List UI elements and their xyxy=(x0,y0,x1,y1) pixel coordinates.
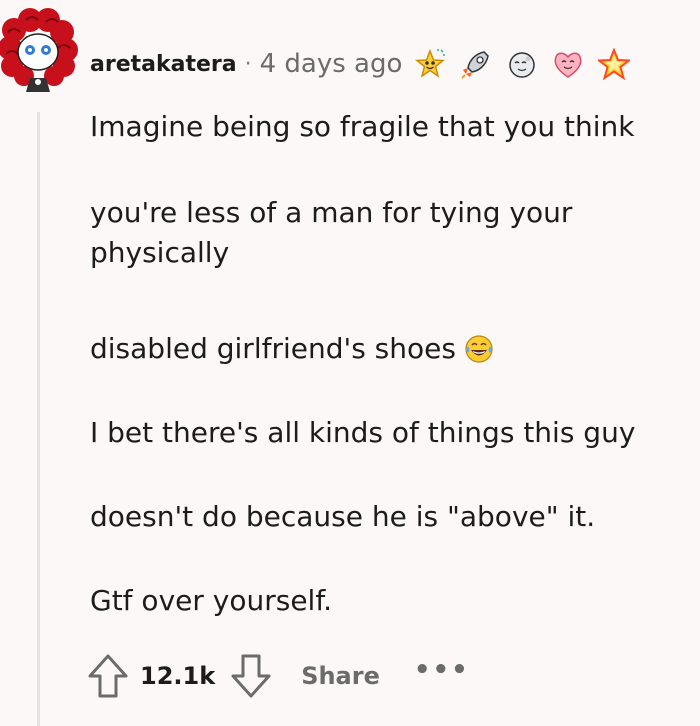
comment-paragraph: Imagine being so fragile that you think xyxy=(90,110,635,143)
thread-line[interactable] xyxy=(37,112,40,726)
meta-separator: · xyxy=(244,51,252,77)
comment-paragraph: doesn't do because he is "above" it. xyxy=(90,500,596,533)
star-award-icon[interactable] xyxy=(598,48,631,80)
laughing-tears-emoji xyxy=(465,335,493,363)
timestamp[interactable]: 4 days ago xyxy=(260,49,403,79)
comment-paragraph: I bet there's all kinds of things this g… xyxy=(90,416,636,449)
comment-paragraph: Gtf over yourself. xyxy=(90,584,333,617)
downvote-arrow-icon[interactable] xyxy=(229,652,273,700)
share-button[interactable]: Share xyxy=(301,662,380,690)
upvote-arrow-icon[interactable] xyxy=(86,652,130,700)
moon-face-award-icon[interactable] xyxy=(506,48,538,80)
comment-paragraph: disabled girlfriend's shoes xyxy=(90,326,494,372)
comment-text: disabled girlfriend's shoes xyxy=(90,332,456,365)
avatar[interactable] xyxy=(0,8,78,92)
username-link[interactable]: aretakatera xyxy=(90,52,237,77)
rocket-award-icon[interactable] xyxy=(460,48,492,80)
star-struck-award-icon[interactable] xyxy=(414,48,446,80)
heart-eyes-award-icon[interactable] xyxy=(552,48,584,80)
comment-paragraph: physically xyxy=(90,236,230,269)
more-options-button[interactable]: ••• xyxy=(414,655,470,685)
vote-score: 12.1k xyxy=(140,662,216,690)
awards-list[interactable] xyxy=(414,48,631,80)
comment-header: aretakatera · 4 days ago xyxy=(90,44,631,84)
comment-action-bar: 12.1k Share ••• xyxy=(86,650,470,702)
